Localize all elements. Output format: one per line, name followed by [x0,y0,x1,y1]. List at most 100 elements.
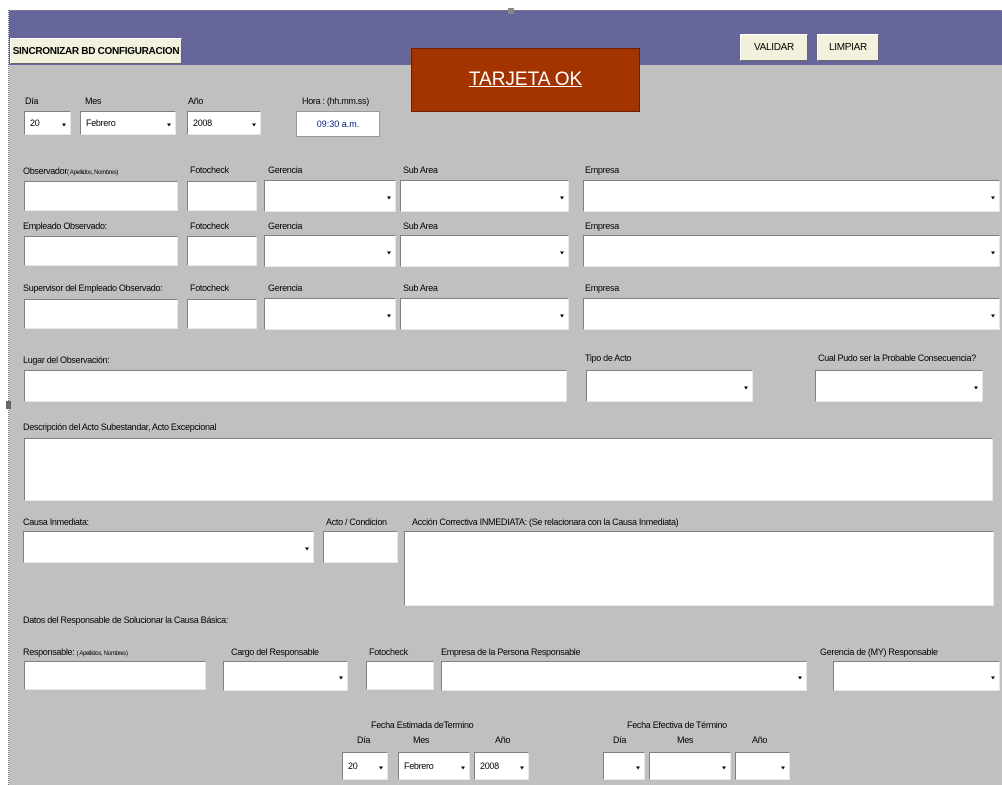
observer-label-hint: ( Apellidos, Nombres) [67,170,119,176]
clear-button[interactable]: LIMPIAR [817,34,879,61]
observer-subarea-label: Sub Area [403,165,438,175]
employee-fotocheck-label: Fotocheck [190,221,229,231]
actual-day-select[interactable] [603,752,645,780]
year-select-value: 2008 [193,118,212,128]
chevron-down-icon [459,761,467,771]
responsible-label-hint: ( Apellidos, Nombres) [76,651,128,657]
responsible-position-select[interactable] [223,661,348,691]
act-condition-input[interactable] [323,531,398,563]
actual-day-label: Día [613,735,627,745]
estimated-day-value: 20 [348,761,358,771]
responsible-fotocheck-label: Fotocheck [369,647,408,657]
immediate-cause-select[interactable] [23,531,314,563]
responsible-management-label: Gerencia de (MY) Responsable [820,647,938,657]
chevron-down-icon [385,191,393,201]
observer-empresa-select[interactable] [583,180,1000,212]
observer-empresa-label: Empresa [585,165,619,175]
responsible-management-select[interactable] [833,661,1000,691]
responsible-name-input[interactable] [24,661,206,690]
employee-name-input[interactable] [24,236,178,266]
month-select[interactable]: Febrero [80,111,176,135]
chevron-down-icon [385,246,393,256]
chevron-down-icon [558,191,566,201]
supervisor-label: Supervisor del Empleado Observado: [23,283,163,293]
supervisor-name-input[interactable] [24,299,178,329]
act-type-select[interactable] [586,370,753,402]
chevron-down-icon [60,118,68,128]
employee-subarea-label: Sub Area [403,221,438,231]
resize-handle-top[interactable] [508,8,514,14]
supervisor-gerencia-label: Gerencia [268,283,303,293]
estimated-month-label: Mes [413,735,430,745]
validate-button[interactable]: VALIDAR [740,34,808,61]
supervisor-gerencia-select[interactable] [264,298,396,330]
observer-label-main: Observador [23,166,68,176]
resize-handle-left[interactable] [6,401,11,409]
time-field[interactable]: 09:30 a.m. [296,111,380,137]
estimated-month-select[interactable]: Febrero [398,752,470,780]
chevron-down-icon [337,671,345,681]
status-banner: TARJETA OK [411,48,640,112]
actual-date-title: Fecha Efectiva de Término [627,720,727,730]
chevron-down-icon [634,761,642,771]
observer-label: Observador( Apellidos, Nombres) [23,166,118,176]
chevron-down-icon [972,381,980,391]
employee-fotocheck-input[interactable] [187,236,257,266]
chevron-down-icon [989,309,997,319]
place-input[interactable] [24,370,567,402]
form-window: SINCRONIZAR BD CONFIGURACION VALIDAR LIM… [0,0,1002,785]
description-textarea[interactable] [24,438,993,501]
employee-subarea-select[interactable] [400,235,569,267]
estimated-month-value: Febrero [404,761,434,771]
day-select-value: 20 [30,118,40,128]
employee-empresa-select[interactable] [583,235,1000,267]
estimated-date-title: Fecha Estimada deTermino [371,720,474,730]
estimated-day-label: Día [357,735,371,745]
responsible-label-main: Responsable: [23,647,75,657]
chevron-down-icon [742,381,750,391]
supervisor-fotocheck-input[interactable] [187,299,257,329]
day-label: Día [25,96,39,106]
chevron-down-icon [558,309,566,319]
chevron-down-icon [989,246,997,256]
year-select[interactable]: 2008 [187,111,261,135]
chevron-down-icon [720,761,728,771]
estimated-day-select[interactable]: 20 [342,752,388,780]
actual-month-label: Mes [677,735,694,745]
supervisor-empresa-select[interactable] [583,298,1000,330]
sync-config-button[interactable]: SINCRONIZAR BD CONFIGURACION [10,38,182,64]
actual-month-select[interactable] [649,752,731,780]
chevron-down-icon [558,246,566,256]
employee-empresa-label: Empresa [585,221,619,231]
responsible-company-select[interactable] [441,661,807,691]
supervisor-subarea-label: Sub Area [403,283,438,293]
employee-gerencia-label: Gerencia [268,221,303,231]
actual-year-select[interactable] [735,752,790,780]
employee-gerencia-select[interactable] [264,235,396,267]
observer-fotocheck-input[interactable] [187,181,257,211]
observer-name-input[interactable] [24,181,178,211]
observer-fotocheck-label: Fotocheck [190,165,229,175]
estimated-year-label: Año [495,735,511,745]
estimated-year-value: 2008 [480,761,499,771]
responsible-company-label: Empresa de la Persona Responsable [441,647,581,657]
observer-subarea-select[interactable] [400,180,569,212]
chevron-down-icon [518,761,526,771]
chevron-down-icon [377,761,385,771]
corrective-action-textarea[interactable] [404,531,994,606]
chevron-down-icon [385,309,393,319]
employee-label: Empleado Observado: [23,221,107,231]
responsible-position-label: Cargo del Responsable [231,647,319,657]
observer-gerencia-label: Gerencia [268,165,303,175]
chevron-down-icon [989,191,997,201]
month-select-value: Febrero [86,118,116,128]
month-label: Mes [85,96,102,106]
supervisor-fotocheck-label: Fotocheck [190,283,229,293]
corrective-action-label: Acción Correctiva INMEDIATA: (Se relacio… [412,517,679,527]
supervisor-subarea-select[interactable] [400,298,569,330]
consequence-select[interactable] [815,370,983,402]
observer-gerencia-select[interactable] [264,180,396,212]
estimated-year-select[interactable]: 2008 [474,752,529,780]
responsible-fotocheck-input[interactable] [366,661,434,690]
day-select[interactable]: 20 [24,111,71,135]
